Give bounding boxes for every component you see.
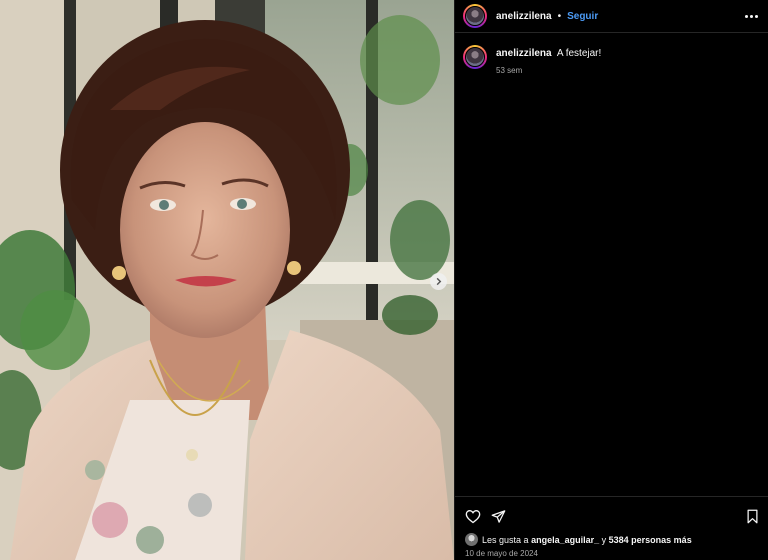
follow-button[interactable]: Seguir [567,11,598,22]
caption-body: anelizzilena A festejar! 53 sem [496,45,601,75]
post-photo [0,0,454,560]
send-icon [491,510,506,523]
post-side-panel: anelizzilena • Seguir anelizzilena A fes… [454,0,768,560]
liker-avatar[interactable] [465,533,478,546]
post-header: anelizzilena • Seguir [455,0,768,33]
portrait-image [0,0,454,560]
bookmark-icon [747,509,758,524]
avatar[interactable] [463,4,487,28]
post-caption: anelizzilena A festejar! 53 sem [455,33,768,75]
chevron-right-icon [436,277,442,286]
heart-icon [465,510,481,524]
header-separator: • [557,10,562,22]
header-username[interactable]: anelizzilena [496,11,552,22]
post-date: 10 de mayo de 2024 [465,549,538,558]
likes-user[interactable]: angela_aguilar_ [531,535,599,545]
likes-summary: Les gusta a angela_aguilar_ y 5384 perso… [455,527,768,546]
share-button[interactable] [491,509,506,524]
caption-line: anelizzilena A festejar! [496,48,601,59]
caption-avatar[interactable] [463,45,487,69]
caption-time[interactable]: 53 sem [496,66,601,75]
caption-username[interactable]: anelizzilena [496,48,552,59]
like-button[interactable] [465,509,481,524]
caption-text: A festejar! [556,48,602,59]
more-options-icon[interactable] [745,11,758,22]
likes-others[interactable]: 5384 personas más [609,535,692,545]
action-bar [455,497,768,527]
carousel-next-button[interactable] [430,273,447,290]
post-footer: Les gusta a angela_aguilar_ y 5384 perso… [455,496,768,560]
save-button[interactable] [746,509,759,524]
likes-middle: y [601,534,607,545]
likes-prefix: Les gusta a [482,534,529,545]
